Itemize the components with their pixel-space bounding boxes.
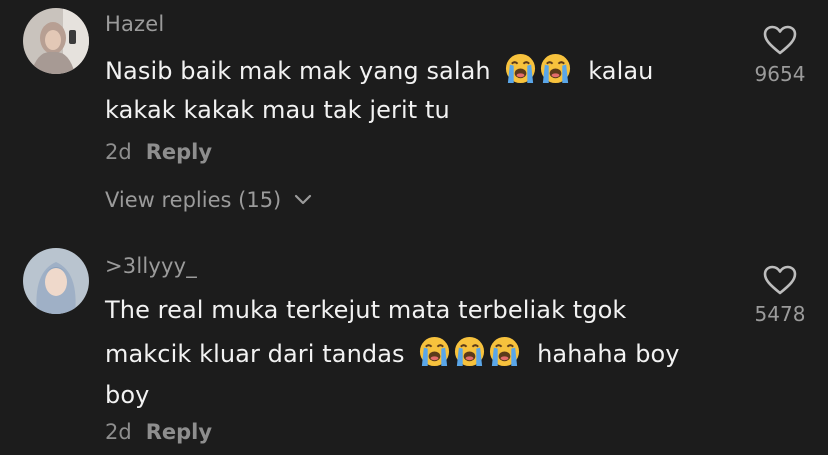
comment-text: The real muka terkejut mata terbeliak tg…: [105, 288, 745, 415]
like-count: 9654: [754, 62, 806, 86]
like-button[interactable]: 9654: [740, 24, 820, 86]
comment-text-line: kakak kakak mau tak jerit tu: [105, 96, 450, 124]
avatar[interactable]: [23, 248, 89, 314]
comment-text-line: boy: [105, 381, 150, 409]
comment-text-segment: kalau: [588, 57, 654, 85]
emoji-group: [504, 52, 574, 86]
comment-text-segment: hahaha boy: [537, 340, 680, 368]
view-replies-label: View replies (15): [105, 188, 282, 212]
comment-text: Nasib baik mak mak yang salah kalau kaka…: [105, 52, 745, 130]
avatar-photo: [23, 8, 89, 74]
comment-3llyyy: >3llyyy_ The real muka terkejut mata ter…: [0, 240, 828, 455]
heart-outline-icon: [763, 265, 797, 295]
username[interactable]: >3llyyy_: [105, 254, 197, 278]
comment-meta: 2d Reply: [105, 420, 212, 444]
loudly-crying-face-icon: [455, 336, 485, 367]
heart-outline-icon: [763, 25, 797, 55]
comment-text-line: The real muka terkejut mata terbeliak tg…: [105, 296, 627, 324]
comment-meta: 2d Reply: [105, 140, 212, 164]
reply-button[interactable]: Reply: [146, 420, 212, 444]
username[interactable]: Hazel: [105, 12, 164, 36]
loudly-crying-face-icon: [541, 53, 571, 84]
comment-age: 2d: [105, 420, 132, 444]
avatar[interactable]: [23, 8, 89, 74]
avatar-photo: [23, 248, 89, 314]
comment-text-line: Nasib baik mak mak yang salah kalau: [105, 52, 745, 91]
loudly-crying-face-icon: [506, 53, 536, 84]
like-button[interactable]: 5478: [740, 264, 820, 326]
emoji-group: [418, 335, 523, 369]
loudly-crying-face-icon: [420, 336, 450, 367]
comment-age: 2d: [105, 140, 132, 164]
like-count: 5478: [754, 302, 806, 326]
comment-text-segment: makcik kluar dari tandas: [105, 340, 405, 368]
reply-button[interactable]: Reply: [146, 140, 212, 164]
comment-text-line: makcik kluar dari tandas hahaha boy: [105, 332, 745, 376]
loudly-crying-face-icon: [490, 336, 520, 367]
comment-text-segment: Nasib baik mak mak yang salah: [105, 57, 491, 85]
view-replies-button[interactable]: View replies (15): [105, 188, 312, 213]
chevron-down-icon: [294, 187, 312, 211]
comment-hazel: Hazel Nasib baik mak mak yang salah kala…: [0, 0, 828, 230]
